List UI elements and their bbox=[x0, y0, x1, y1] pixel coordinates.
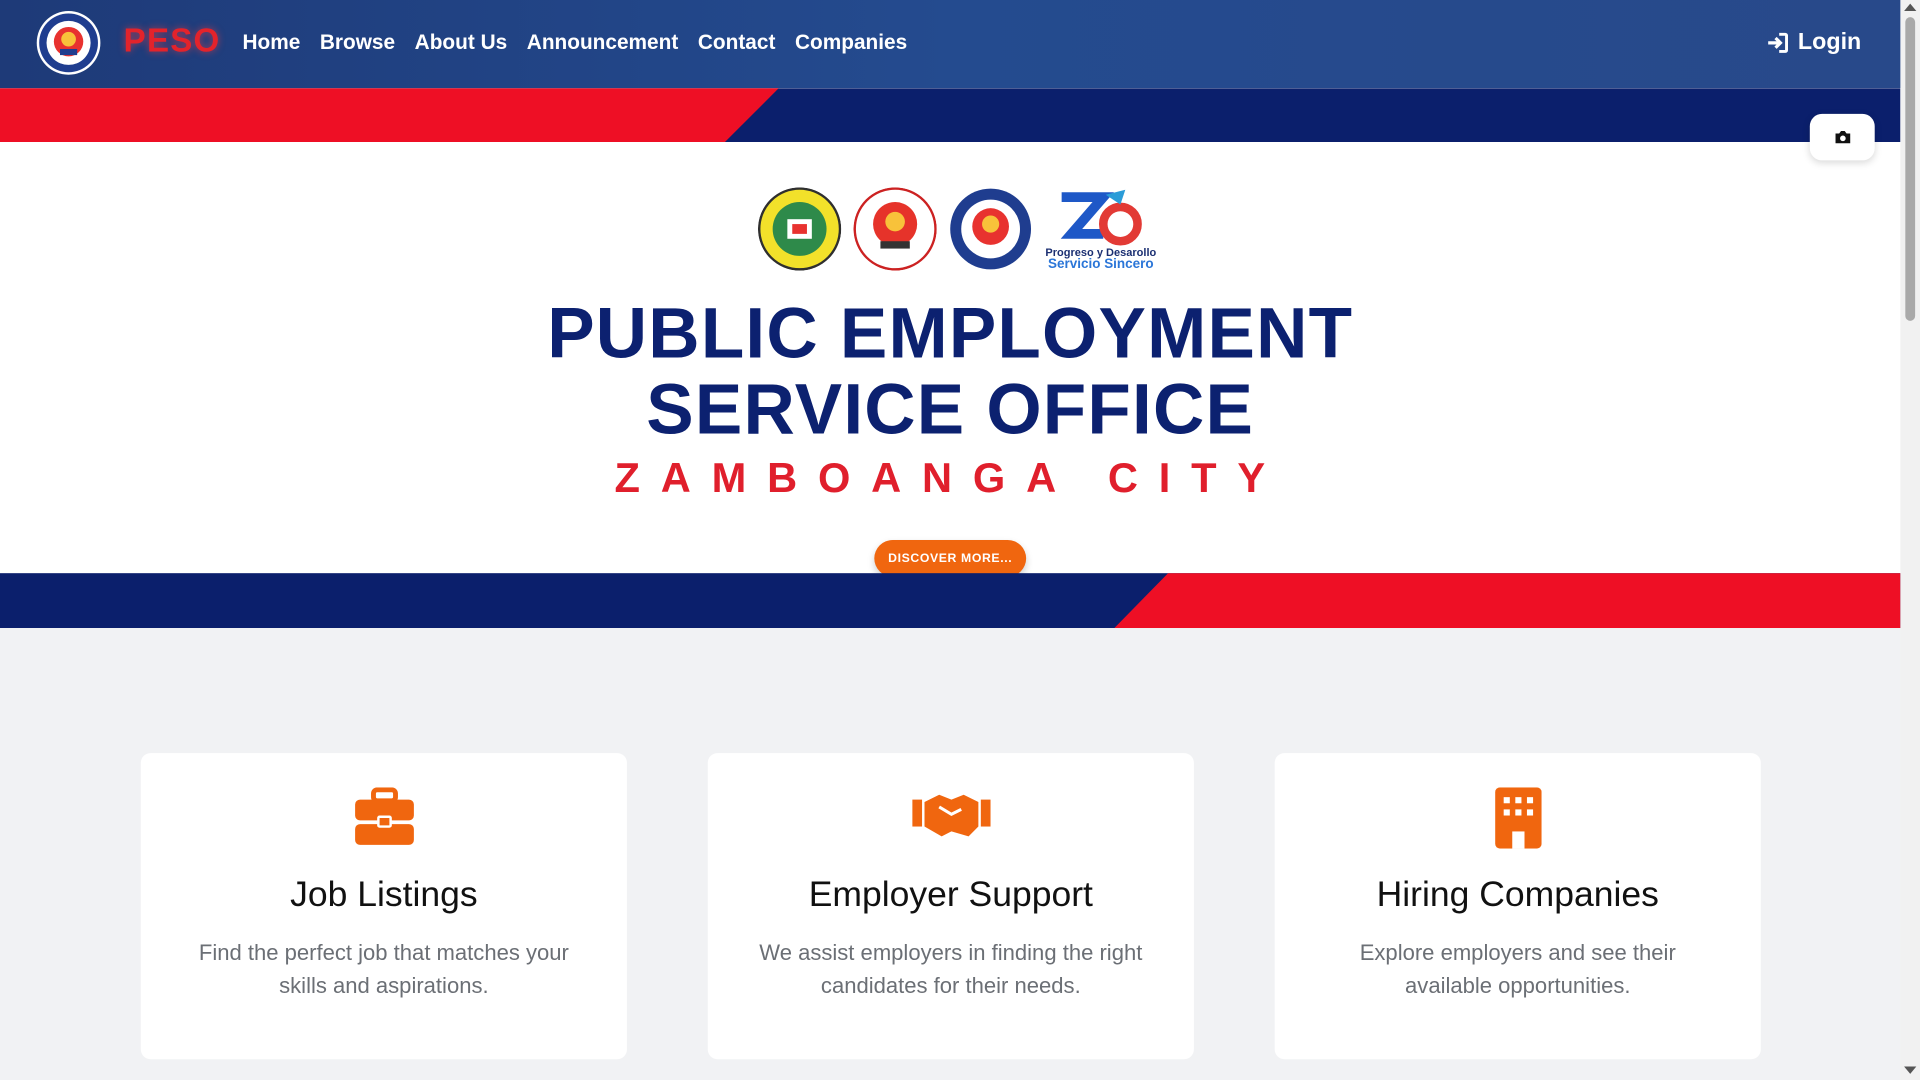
nav-companies[interactable]: Companies bbox=[795, 31, 907, 55]
hero-title-line2: SERVICE OFFICE bbox=[646, 369, 1255, 450]
scroll-down-arrow[interactable] bbox=[1904, 1066, 1917, 1074]
zc-logo: Progreso y Desarollo Servicio Sincero bbox=[1044, 187, 1157, 272]
top-navbar: PESO Home Browse About Us Announcement C… bbox=[0, 0, 1901, 89]
login-button[interactable]: Login bbox=[1766, 29, 1861, 56]
page-scrollbar[interactable] bbox=[1900, 0, 1920, 1080]
scrollbar-thumb[interactable] bbox=[1905, 17, 1916, 321]
hero-title-line1: PUBLIC EMPLOYMENT bbox=[547, 293, 1354, 374]
scroll-up-arrow[interactable] bbox=[1904, 3, 1917, 12]
card-title: Job Listings bbox=[290, 875, 478, 915]
building-icon bbox=[1494, 787, 1542, 849]
nav-announcement[interactable]: Announcement bbox=[527, 31, 679, 55]
card-text: Find the perfect job that matches your s… bbox=[198, 940, 569, 998]
peso-zamboanga-seal-icon bbox=[950, 188, 1032, 270]
login-label: Login bbox=[1797, 29, 1862, 56]
card-text: Explore employers and see their availabl… bbox=[1359, 940, 1676, 998]
job-listings-card[interactable]: Job Listings Find the perfect job that m… bbox=[140, 753, 627, 1060]
card-text: We assist employers in finding the right… bbox=[759, 940, 1143, 998]
camera-icon bbox=[1834, 131, 1850, 144]
card-title: Hiring Companies bbox=[1376, 875, 1659, 915]
nav-about-us[interactable]: About Us bbox=[415, 31, 508, 55]
briefcase-icon bbox=[354, 787, 414, 845]
sign-in-icon bbox=[1768, 32, 1789, 53]
hiring-companies-card[interactable]: Hiring Companies Explore employers and s… bbox=[1274, 753, 1761, 1060]
hero-top-stripe bbox=[0, 88, 1901, 143]
nav-contact[interactable]: Contact bbox=[698, 31, 775, 55]
employer-support-card[interactable]: Employer Support We assist employers in … bbox=[707, 753, 1194, 1060]
nav-browse[interactable]: Browse bbox=[320, 31, 395, 55]
peso-gear-seal-icon bbox=[853, 187, 937, 271]
discover-more-button[interactable]: DISCOVER MORE... bbox=[874, 540, 1027, 577]
hero-bottom-stripe bbox=[0, 573, 1901, 629]
brand-name[interactable]: PESO bbox=[124, 22, 221, 60]
card-title: Employer Support bbox=[808, 875, 1093, 915]
handshake-icon bbox=[911, 794, 991, 837]
main-nav: Home Browse About Us Announcement Contac… bbox=[242, 31, 907, 55]
zc-mark-icon bbox=[1060, 189, 1142, 246]
partner-seals: Progreso y Desarollo Servicio Sincero bbox=[757, 187, 1157, 272]
nav-home[interactable]: Home bbox=[242, 31, 300, 55]
zc-tagline-2: Servicio Sincero bbox=[1048, 257, 1154, 272]
camera-button[interactable] bbox=[1809, 113, 1875, 161]
city-seal-icon bbox=[757, 187, 842, 271]
peso-logo[interactable] bbox=[36, 11, 101, 75]
hero-subtitle: ZAMBOANGA CITY bbox=[614, 455, 1286, 503]
hero-banner: Progreso y Desarollo Servicio Sincero PU… bbox=[0, 88, 1901, 629]
